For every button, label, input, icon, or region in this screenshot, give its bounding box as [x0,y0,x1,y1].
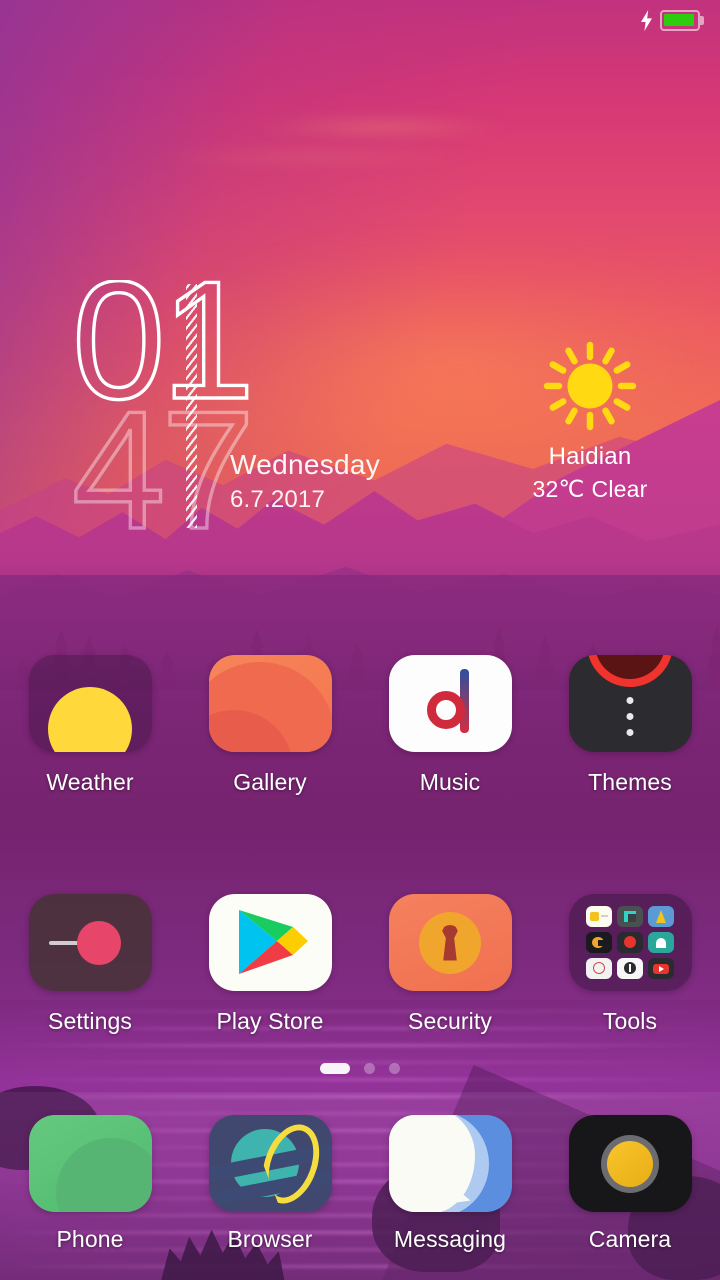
app-label: Security [408,1008,492,1034]
themes-app-icon[interactable] [568,655,692,752]
app-grid-row: Weather Gallery Music Themes [0,655,720,796]
app-label: Tools [602,1008,658,1034]
play-store-app-icon[interactable] [208,894,332,991]
weather-city: Haidian [548,443,632,470]
weekday-label: Wednesday [230,449,381,480]
page-indicator[interactable] [0,1063,720,1074]
status-bar [0,0,720,40]
notes-icon [586,906,612,927]
file-manager-icon [586,932,612,953]
wallpaper [0,0,720,1280]
date-label: 6.7.2017 [230,486,326,513]
music-app-icon[interactable] [388,655,512,752]
compass-dark-icon [617,958,643,979]
page-dot-1[interactable] [320,1063,350,1074]
grid-row-spacer [0,796,720,894]
weather-app-icon[interactable] [28,655,152,752]
dock-item-browser[interactable]: Browser [180,1115,360,1253]
weather-widget[interactable]: Haidian 32℃ Clear [470,340,710,530]
app-item-tools[interactable]: Tools [540,894,720,1035]
app-label: Play Store [216,1008,324,1034]
hatched-divider [186,284,197,528]
page-dot-2[interactable] [364,1063,375,1074]
screen-recorder-icon [617,906,643,927]
camera-app-icon[interactable] [568,1115,692,1212]
weather-condition-text: Clear [591,476,648,502]
app-label: Messaging [393,1226,507,1252]
tools-folder-icon[interactable] [568,894,692,991]
lightning-bolt-icon [640,9,653,31]
contacts-icon [648,932,674,953]
page-dot-3[interactable] [389,1063,400,1074]
clock-icon [586,958,612,979]
sun-icon [470,340,710,432]
weather-condition: 32℃ Clear [470,474,710,504]
date-block: Wednesday 6.7.2017 [230,448,380,515]
wallpaper-cloud [140,150,480,164]
dock: Phone Browser Messaging Camera [0,1092,720,1280]
browser-app-icon[interactable] [208,1115,332,1212]
clock-hour: 01 [72,280,262,410]
messaging-app-icon[interactable] [388,1115,512,1212]
wallpaper-ripple [0,1044,720,1047]
app-item-security[interactable]: Security [360,894,540,1035]
app-item-music[interactable]: Music [360,655,540,796]
app-item-gallery[interactable]: Gallery [180,655,360,796]
app-label: Settings [48,1008,132,1034]
svg-text:47: 47 [72,410,251,540]
security-app-icon[interactable] [388,894,512,991]
app-label: Weather [46,769,134,795]
svg-text:01: 01 [72,280,251,410]
app-label: Phone [56,1226,124,1252]
wallpaper-ripple [0,1078,720,1081]
battery-full-icon [660,9,704,31]
weather-temperature: 32℃ [532,476,585,502]
app-label: Browser [227,1226,313,1252]
app-grid-row: Settings Play Store Security Tools [0,894,720,1035]
dock-item-phone[interactable]: Phone [0,1115,180,1253]
settings-app-icon[interactable] [28,894,152,991]
app-label: Themes [588,769,672,795]
phone-app-icon[interactable] [28,1115,152,1212]
gallery-app-icon[interactable] [208,655,332,752]
recorder-icon [617,932,643,953]
app-item-themes[interactable]: Themes [540,655,720,796]
app-label: Gallery [233,769,307,795]
app-label: Music [419,769,481,795]
app-item-settings[interactable]: Settings [0,894,180,1035]
tools-folder-preview [586,906,674,979]
app-grid: Weather Gallery Music Themes Settings Pl… [0,655,720,1035]
dock-row: Phone Browser Messaging Camera [0,1092,720,1253]
dock-item-messaging[interactable]: Messaging [360,1115,540,1253]
dock-item-camera[interactable]: Camera [540,1115,720,1253]
app-label: Camera [588,1226,672,1252]
app-item-weather[interactable]: Weather [0,655,180,796]
app-item-play-store[interactable]: Play Store [180,894,360,1035]
wallpaper-cloud [250,118,510,136]
compass-icon [648,906,674,927]
video-icon [648,958,674,979]
